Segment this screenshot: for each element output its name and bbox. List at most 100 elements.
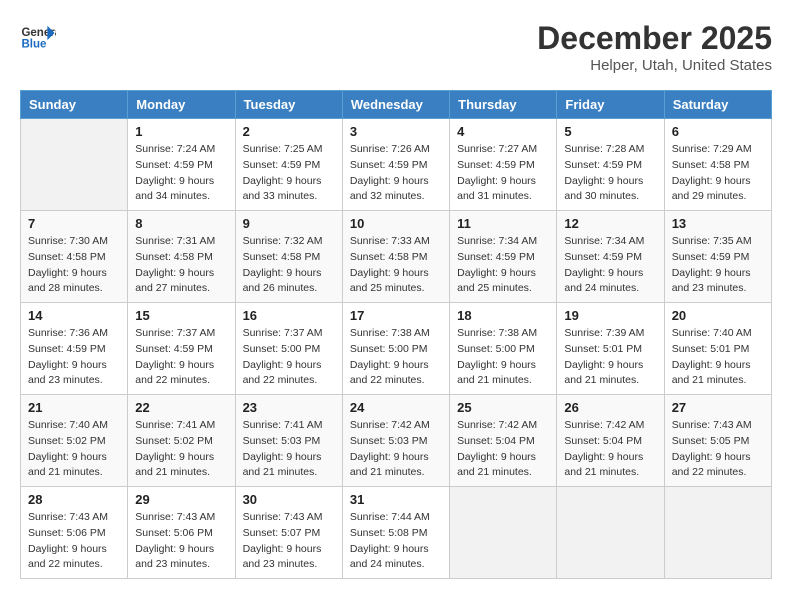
- calendar-cell: 18 Sunrise: 7:38 AMSunset: 5:00 PMDayligh…: [450, 303, 557, 395]
- day-info: Sunrise: 7:38 AMSunset: 5:00 PMDaylight:…: [350, 326, 442, 389]
- week-row-1: 1 Sunrise: 7:24 AMSunset: 4:59 PMDaylight…: [21, 119, 772, 211]
- day-number: 15: [135, 308, 227, 323]
- day-number: 3: [350, 124, 442, 139]
- title-block: December 2025 Helper, Utah, United State…: [537, 20, 772, 74]
- day-number: 8: [135, 216, 227, 231]
- day-number: 12: [564, 216, 656, 231]
- day-number: 22: [135, 400, 227, 415]
- day-info: Sunrise: 7:26 AMSunset: 4:59 PMDaylight:…: [350, 142, 442, 205]
- day-info: Sunrise: 7:41 AMSunset: 5:02 PMDaylight:…: [135, 418, 227, 481]
- logo-icon: General Blue: [20, 20, 56, 56]
- svg-text:Blue: Blue: [21, 38, 47, 50]
- calendar-cell: 20 Sunrise: 7:40 AMSunset: 5:01 PMDayligh…: [664, 303, 771, 395]
- header-monday: Monday: [128, 91, 235, 119]
- day-number: 9: [243, 216, 335, 231]
- calendar-table: SundayMondayTuesdayWednesdayThursdayFrid…: [20, 90, 772, 579]
- day-info: Sunrise: 7:44 AMSunset: 5:08 PMDaylight:…: [350, 510, 442, 573]
- calendar-cell: 11Sunrise: 7:34 AMSunset: 4:59 PMDayligh…: [450, 211, 557, 303]
- day-info: Sunrise: 7:42 AMSunset: 5:03 PMDaylight:…: [350, 418, 442, 481]
- day-number: 6: [672, 124, 764, 139]
- calendar-cell: 9 Sunrise: 7:32 AMSunset: 4:58 PMDaylight…: [235, 211, 342, 303]
- calendar-cell: 28 Sunrise: 7:43 AMSunset: 5:06 PMDayligh…: [21, 487, 128, 579]
- calendar-cell: 8 Sunrise: 7:31 AMSunset: 4:58 PMDaylight…: [128, 211, 235, 303]
- calendar-cell: 5Sunrise: 7:28 AMSunset: 4:59 PMDaylight…: [557, 119, 664, 211]
- calendar-cell: [450, 487, 557, 579]
- day-info: Sunrise: 7:30 AMSunset: 4:58 PMDaylight:…: [28, 234, 120, 297]
- day-info: Sunrise: 7:34 AMSunset: 4:59 PMDaylight:…: [457, 234, 549, 297]
- calendar-cell: 29 Sunrise: 7:43 AMSunset: 5:06 PMDayligh…: [128, 487, 235, 579]
- month-title: December 2025: [537, 20, 772, 57]
- calendar-cell: 1 Sunrise: 7:24 AMSunset: 4:59 PMDaylight…: [128, 119, 235, 211]
- day-number: 2: [243, 124, 335, 139]
- day-info: Sunrise: 7:41 AMSunset: 5:03 PMDaylight:…: [243, 418, 335, 481]
- day-number: 10: [350, 216, 442, 231]
- calendar-cell: 16Sunrise: 7:37 AMSunset: 5:00 PMDayligh…: [235, 303, 342, 395]
- calendar-cell: 24 Sunrise: 7:42 AMSunset: 5:03 PMDayligh…: [342, 395, 449, 487]
- calendar-cell: 31 Sunrise: 7:44 AMSunset: 5:08 PMDayligh…: [342, 487, 449, 579]
- day-info: Sunrise: 7:27 AMSunset: 4:59 PMDaylight:…: [457, 142, 549, 205]
- day-info: Sunrise: 7:34 AMSunset: 4:59 PMDaylight:…: [564, 234, 656, 297]
- day-number: 14: [28, 308, 120, 323]
- week-row-5: 28 Sunrise: 7:43 AMSunset: 5:06 PMDayligh…: [21, 487, 772, 579]
- day-info: Sunrise: 7:24 AMSunset: 4:59 PMDaylight:…: [135, 142, 227, 205]
- day-number: 28: [28, 492, 120, 507]
- day-number: 29: [135, 492, 227, 507]
- day-info: Sunrise: 7:37 AMSunset: 5:00 PMDaylight:…: [243, 326, 335, 389]
- day-number: 5: [564, 124, 656, 139]
- header-thursday: Thursday: [450, 91, 557, 119]
- day-number: 21: [28, 400, 120, 415]
- day-info: Sunrise: 7:40 AMSunset: 5:02 PMDaylight:…: [28, 418, 120, 481]
- day-info: Sunrise: 7:35 AMSunset: 4:59 PMDaylight:…: [672, 234, 764, 297]
- day-number: 1: [135, 124, 227, 139]
- day-info: Sunrise: 7:42 AMSunset: 5:04 PMDaylight:…: [457, 418, 549, 481]
- day-info: Sunrise: 7:38 AMSunset: 5:00 PMDaylight:…: [457, 326, 549, 389]
- day-number: 17: [350, 308, 442, 323]
- day-number: 24: [350, 400, 442, 415]
- day-number: 19: [564, 308, 656, 323]
- day-info: Sunrise: 7:33 AMSunset: 4:58 PMDaylight:…: [350, 234, 442, 297]
- calendar-cell: 23 Sunrise: 7:41 AMSunset: 5:03 PMDayligh…: [235, 395, 342, 487]
- weekday-header-row: SundayMondayTuesdayWednesdayThursdayFrid…: [21, 91, 772, 119]
- header-wednesday: Wednesday: [342, 91, 449, 119]
- calendar-cell: [557, 487, 664, 579]
- calendar-cell: 26 Sunrise: 7:42 AMSunset: 5:04 PMDayligh…: [557, 395, 664, 487]
- week-row-4: 21 Sunrise: 7:40 AMSunset: 5:02 PMDayligh…: [21, 395, 772, 487]
- day-info: Sunrise: 7:43 AMSunset: 5:07 PMDaylight:…: [243, 510, 335, 573]
- calendar-cell: 22 Sunrise: 7:41 AMSunset: 5:02 PMDayligh…: [128, 395, 235, 487]
- week-row-3: 14 Sunrise: 7:36 AMSunset: 4:59 PMDayligh…: [21, 303, 772, 395]
- calendar-cell: 27Sunrise: 7:43 AMSunset: 5:05 PMDayligh…: [664, 395, 771, 487]
- calendar-cell: 3 Sunrise: 7:26 AMSunset: 4:59 PMDaylight…: [342, 119, 449, 211]
- calendar-cell: 13 Sunrise: 7:35 AMSunset: 4:59 PMDayligh…: [664, 211, 771, 303]
- header-tuesday: Tuesday: [235, 91, 342, 119]
- day-info: Sunrise: 7:42 AMSunset: 5:04 PMDaylight:…: [564, 418, 656, 481]
- header-saturday: Saturday: [664, 91, 771, 119]
- day-number: 13: [672, 216, 764, 231]
- week-row-2: 7Sunrise: 7:30 AMSunset: 4:58 PMDaylight…: [21, 211, 772, 303]
- day-number: 30: [243, 492, 335, 507]
- calendar-cell: 25Sunrise: 7:42 AMSunset: 5:04 PMDayligh…: [450, 395, 557, 487]
- calendar-cell: 4 Sunrise: 7:27 AMSunset: 4:59 PMDaylight…: [450, 119, 557, 211]
- calendar-cell: 12 Sunrise: 7:34 AMSunset: 4:59 PMDayligh…: [557, 211, 664, 303]
- day-info: Sunrise: 7:40 AMSunset: 5:01 PMDaylight:…: [672, 326, 764, 389]
- day-number: 23: [243, 400, 335, 415]
- day-info: Sunrise: 7:37 AMSunset: 4:59 PMDaylight:…: [135, 326, 227, 389]
- day-info: Sunrise: 7:29 AMSunset: 4:58 PMDaylight:…: [672, 142, 764, 205]
- calendar-cell: 10 Sunrise: 7:33 AMSunset: 4:58 PMDayligh…: [342, 211, 449, 303]
- day-number: 18: [457, 308, 549, 323]
- logo: General Blue: [20, 20, 56, 56]
- day-info: Sunrise: 7:43 AMSunset: 5:06 PMDaylight:…: [28, 510, 120, 573]
- day-number: 20: [672, 308, 764, 323]
- calendar-cell: 14 Sunrise: 7:36 AMSunset: 4:59 PMDayligh…: [21, 303, 128, 395]
- day-info: Sunrise: 7:32 AMSunset: 4:58 PMDaylight:…: [243, 234, 335, 297]
- day-number: 26: [564, 400, 656, 415]
- day-number: 4: [457, 124, 549, 139]
- day-info: Sunrise: 7:43 AMSunset: 5:06 PMDaylight:…: [135, 510, 227, 573]
- day-info: Sunrise: 7:36 AMSunset: 4:59 PMDaylight:…: [28, 326, 120, 389]
- calendar-cell: 15 Sunrise: 7:37 AMSunset: 4:59 PMDayligh…: [128, 303, 235, 395]
- calendar-cell: 2Sunrise: 7:25 AMSunset: 4:59 PMDaylight…: [235, 119, 342, 211]
- header-friday: Friday: [557, 91, 664, 119]
- calendar-cell: [664, 487, 771, 579]
- day-info: Sunrise: 7:31 AMSunset: 4:58 PMDaylight:…: [135, 234, 227, 297]
- day-number: 31: [350, 492, 442, 507]
- header-sunday: Sunday: [21, 91, 128, 119]
